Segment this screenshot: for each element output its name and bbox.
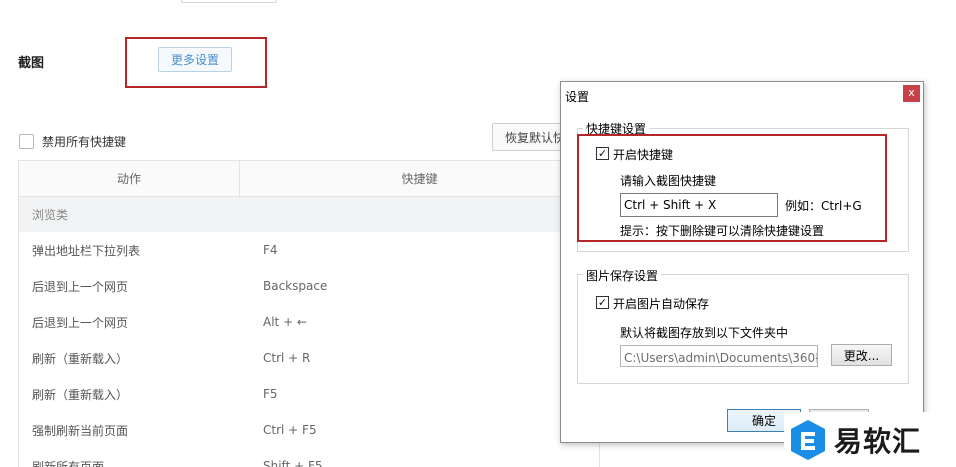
row-action: 强制刷新当前页面 bbox=[32, 423, 129, 438]
logo-icon bbox=[788, 418, 828, 462]
row-action: 刷新所有页面 bbox=[32, 459, 105, 467]
highlight-box-more-settings bbox=[125, 37, 267, 88]
table-group-browse: 浏览类 bbox=[19, 197, 599, 232]
row-shortcut[interactable]: Ctrl + F5 bbox=[240, 423, 317, 437]
folder-prompt: 默认将截图存放到以下文件夹中 bbox=[620, 326, 789, 340]
enable-autosave-checkbox[interactable]: ✓ bbox=[596, 296, 609, 309]
row-shortcut[interactable]: Shift + F5 bbox=[240, 459, 323, 467]
column-header-action: 动作 bbox=[19, 161, 240, 196]
watermark: 易软汇 bbox=[784, 412, 956, 467]
table-row[interactable]: 强制刷新当前页面 Ctrl + F5 bbox=[19, 412, 599, 448]
row-shortcut[interactable]: Backspace bbox=[240, 279, 327, 293]
row-shortcut[interactable]: Ctrl + R bbox=[240, 351, 310, 365]
row-action: 后退到上一个网页 bbox=[32, 279, 129, 294]
table-row[interactable]: 刷新（重新载入） F5 bbox=[19, 376, 599, 412]
folder-path-field[interactable]: C:\Users\admin\Documents\360截 bbox=[620, 345, 818, 367]
row-action: 弹出地址栏下拉列表 bbox=[32, 243, 141, 258]
change-folder-button[interactable]: 更改... bbox=[831, 344, 892, 366]
disable-all-checkbox[interactable] bbox=[19, 134, 34, 149]
table-header: 动作 快捷键 bbox=[19, 161, 599, 197]
enable-autosave-label: 开启图片自动保存 bbox=[613, 297, 710, 311]
disable-all-shortcuts-row[interactable]: 禁用所有快捷键 bbox=[19, 133, 126, 150]
close-icon[interactable]: x bbox=[903, 85, 920, 102]
row-action: 刷新（重新载入） bbox=[32, 387, 129, 402]
row-action: 刷新（重新载入） bbox=[32, 351, 129, 366]
watermark-text: 易软汇 bbox=[834, 424, 922, 458]
table-row[interactable]: 后退到上一个网页 Alt + ← bbox=[19, 304, 599, 340]
table-row[interactable]: 后退到上一个网页 Backspace bbox=[19, 268, 599, 304]
table-row[interactable]: 刷新（重新载入） Ctrl + R bbox=[19, 340, 599, 376]
disable-all-label: 禁用所有快捷键 bbox=[42, 135, 127, 149]
dialog-title: 设置 bbox=[565, 90, 590, 104]
row-shortcut[interactable]: F4 bbox=[240, 243, 278, 257]
top-input-stub[interactable] bbox=[181, 0, 277, 3]
column-header-shortcut: 快捷键 bbox=[401, 172, 438, 186]
row-shortcut[interactable]: F5 bbox=[240, 387, 278, 401]
table-row[interactable]: 刷新所有页面 Shift + F5 bbox=[19, 448, 599, 467]
shortcut-table: 动作 快捷键 浏览类 弹出地址栏下拉列表 F4 后退到上一个网页 Backspa… bbox=[18, 160, 600, 467]
highlight-box-shortcut bbox=[577, 134, 887, 242]
section-label: 截图 bbox=[18, 56, 45, 71]
row-shortcut[interactable]: Alt + ← bbox=[240, 315, 307, 329]
row-action: 后退到上一个网页 bbox=[32, 315, 129, 330]
table-row[interactable]: 弹出地址栏下拉列表 F4 bbox=[19, 232, 599, 268]
image-save-legend: 图片保存设置 bbox=[583, 267, 662, 284]
